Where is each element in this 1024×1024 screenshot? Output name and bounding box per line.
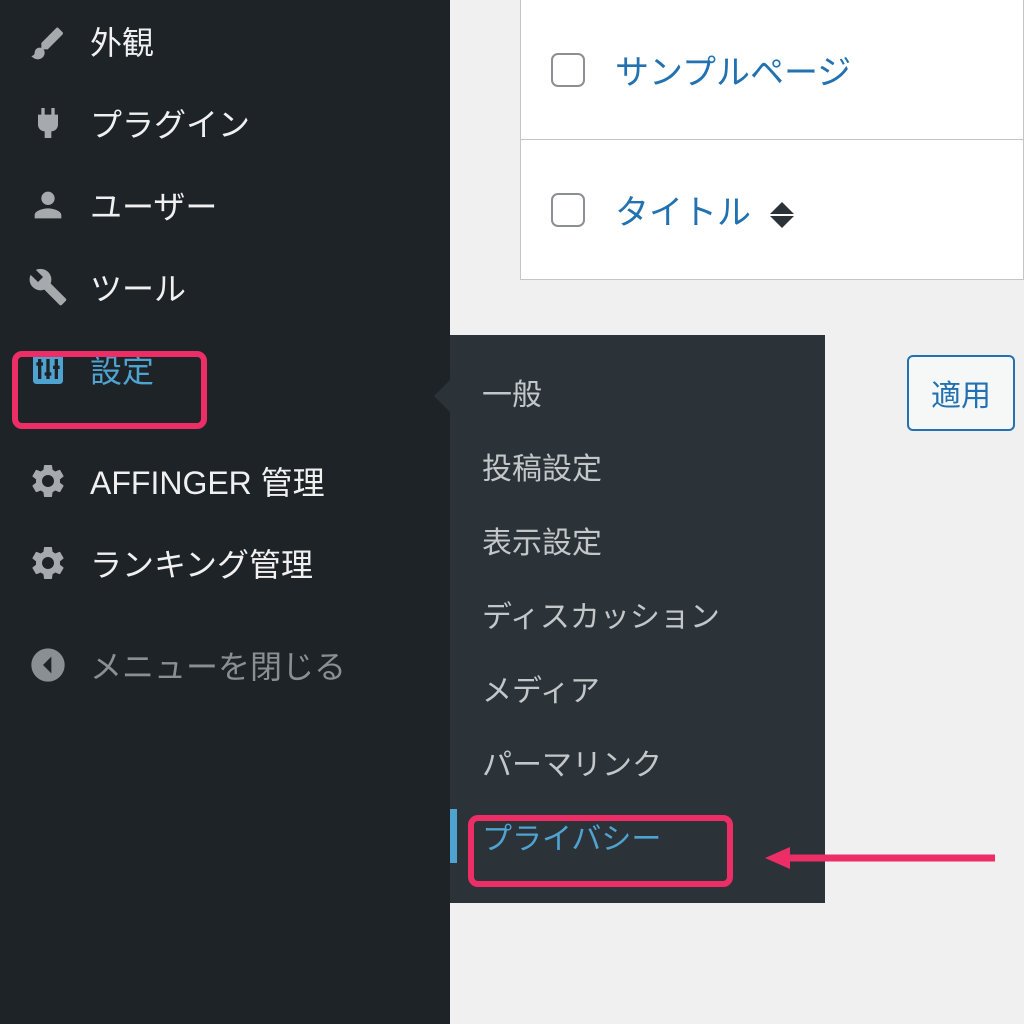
apply-button[interactable]: 適用 <box>907 355 1015 431</box>
menu-label: 外観 <box>90 18 154 64</box>
sidebar-collapse[interactable]: メニューを閉じる <box>0 624 450 706</box>
settings-submenu: 一般 投稿設定 表示設定 ディスカッション メディア パーマリンク プライバシー <box>450 335 825 903</box>
sidebar-item-affinger[interactable]: AFFINGER 管理 <box>0 440 450 522</box>
submenu-permalink[interactable]: パーマリンク <box>450 725 825 799</box>
page-link[interactable]: サンプルページ <box>615 45 851 94</box>
pages-table: サンプルページ タイトル <box>520 0 1024 280</box>
wrench-icon <box>28 267 68 307</box>
brush-icon <box>28 21 68 61</box>
submenu-discussion[interactable]: ディスカッション <box>450 577 825 651</box>
sidebar-item-ranking[interactable]: ランキング管理 <box>0 522 450 604</box>
table-row: サンプルページ <box>521 0 1023 139</box>
plug-icon <box>28 103 68 143</box>
submenu-privacy[interactable]: プライバシー <box>450 799 825 873</box>
menu-label: ツール <box>90 264 186 310</box>
sidebar-item-tools[interactable]: ツール <box>0 246 450 328</box>
sidebar-item-appearance[interactable]: 外観 <box>0 0 450 82</box>
sliders-icon <box>28 349 68 389</box>
gear-icon <box>28 461 68 501</box>
submenu-general[interactable]: 一般 <box>450 355 825 429</box>
submenu-reading[interactable]: 表示設定 <box>450 503 825 577</box>
sidebar-item-users[interactable]: ユーザー <box>0 164 450 246</box>
menu-label: メニューを閉じる <box>90 642 346 688</box>
menu-label: ユーザー <box>90 182 217 228</box>
menu-label: ランキング管理 <box>90 540 313 586</box>
menu-label: 設定 <box>90 346 154 392</box>
sort-icon <box>770 202 794 228</box>
sidebar-item-settings[interactable]: 設定 <box>0 328 450 410</box>
user-icon <box>28 185 68 225</box>
gear-icon <box>28 543 68 583</box>
submenu-media[interactable]: メディア <box>450 651 825 725</box>
select-all-checkbox[interactable] <box>551 193 585 227</box>
collapse-icon <box>28 645 68 685</box>
admin-sidebar: 外観 プラグイン ユーザー ツール 設定 AFFINGER 管理 <box>0 0 450 1024</box>
menu-label: AFFINGER 管理 <box>90 458 325 504</box>
column-title[interactable]: タイトル <box>615 185 794 234</box>
menu-label: プラグイン <box>90 100 250 146</box>
table-header: タイトル <box>521 139 1023 279</box>
submenu-writing[interactable]: 投稿設定 <box>450 429 825 503</box>
sidebar-item-plugins[interactable]: プラグイン <box>0 82 450 164</box>
row-checkbox[interactable] <box>551 53 585 87</box>
